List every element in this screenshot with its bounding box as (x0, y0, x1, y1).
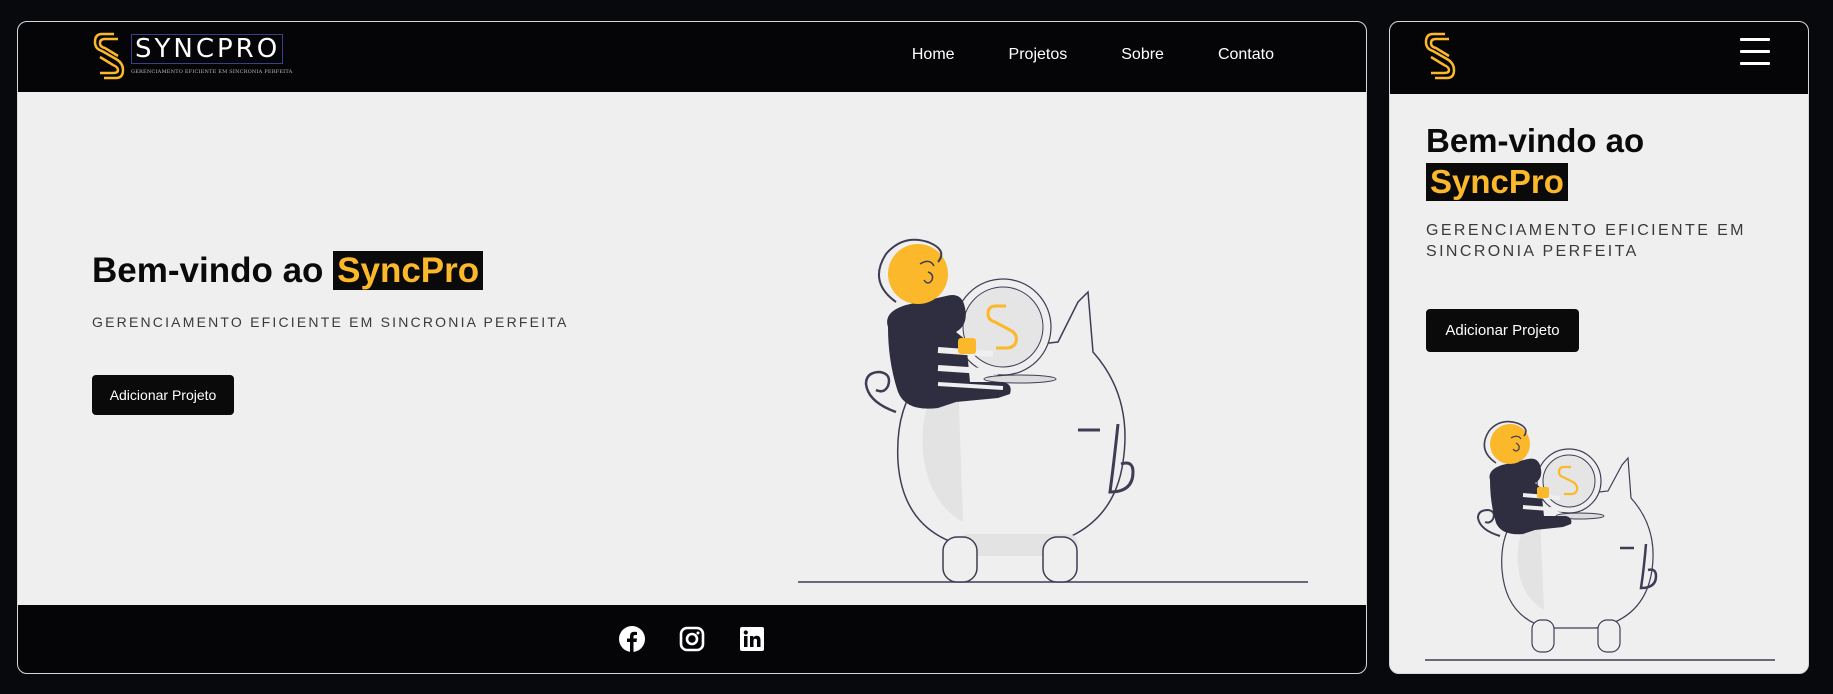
mobile-view: Bem-vindo ao SyncPro GERENCIAMENTO EFICI… (1389, 21, 1809, 674)
site-footer (18, 605, 1366, 673)
hero-subtitle: GERENCIAMENTO EFICIENTE EM SINCRONIA PER… (92, 314, 569, 330)
piggy-bank-illustration (798, 238, 1308, 583)
site-header: SYNCPRO GERENCIAMENTO EFICIENTE EM SINCR… (18, 22, 1366, 92)
mobile-hero-subtitle: GERENCIAMENTO EFICIENTE EM SINCRONIA PER… (1426, 222, 1746, 260)
mobile-hero-title-highlight: SyncPro (1426, 163, 1568, 201)
instagram-icon[interactable] (679, 626, 705, 652)
nav-link-home[interactable]: Home (912, 46, 955, 64)
menu-bar (1740, 38, 1770, 41)
add-project-button[interactable]: Adicionar Projeto (92, 375, 234, 415)
syncpro-logo-icon[interactable] (1423, 30, 1457, 82)
mobile-hero-title: Bem-vindo ao SyncPro (1426, 121, 1644, 202)
menu-bar (1740, 62, 1770, 65)
logo-tagline: GERENCIAMENTO EFICIENTE EM SINCRONIA PER… (131, 69, 293, 75)
mobile-header (1390, 22, 1808, 94)
mobile-add-project-button[interactable]: Adicionar Projeto (1426, 309, 1579, 352)
linkedin-icon[interactable] (739, 626, 765, 652)
menu-bar (1740, 50, 1770, 53)
nav-link-projetos[interactable]: Projetos (1009, 46, 1068, 64)
hero-section: Bem-vindo ao SyncPro GERENCIAMENTO EFICI… (18, 92, 1366, 607)
mobile-hero-title-prefix: Bem-vindo ao (1426, 122, 1645, 159)
hero-title-highlight: SyncPro (333, 251, 484, 290)
desktop-view: SYNCPRO GERENCIAMENTO EFICIENTE EM SINCR… (17, 21, 1367, 674)
nav-link-contato[interactable]: Contato (1218, 46, 1274, 64)
main-nav: Home Projetos Sobre Contato (858, 46, 1274, 64)
mobile-piggy-bank-illustration (1425, 420, 1775, 661)
hero-title: Bem-vindo ao SyncPro (92, 251, 484, 291)
nav-link-sobre[interactable]: Sobre (1121, 46, 1164, 64)
hamburger-menu-icon[interactable] (1740, 38, 1770, 66)
facebook-icon[interactable] (619, 626, 645, 652)
logo-wordmark[interactable]: SYNCPRO (131, 34, 283, 64)
hero-title-prefix: Bem-vindo ao (92, 251, 324, 290)
syncpro-logo-icon[interactable] (92, 30, 126, 82)
